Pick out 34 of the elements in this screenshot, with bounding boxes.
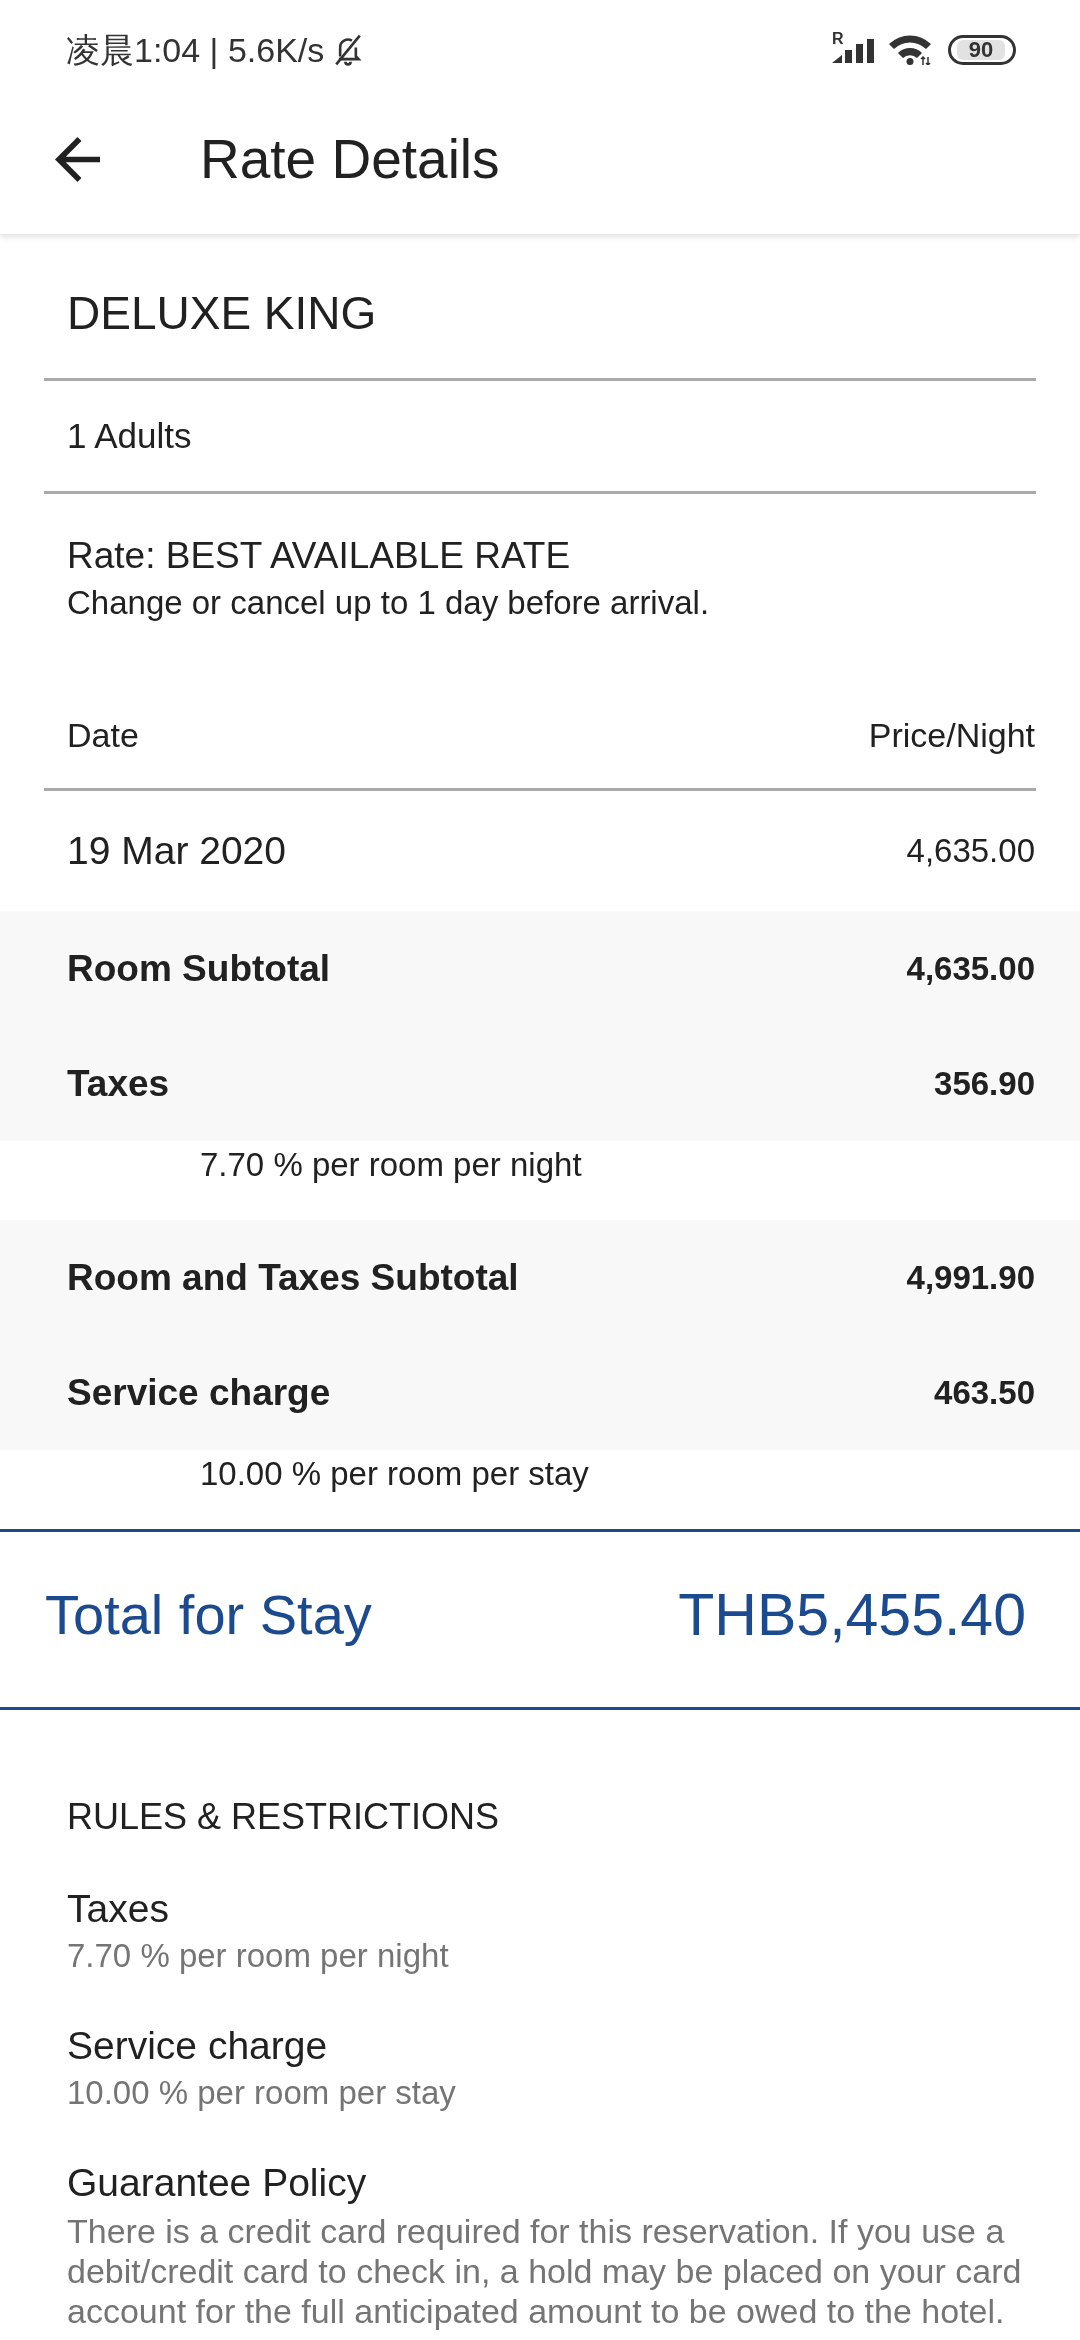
charge-note: 10.00 % per room per stay	[200, 1454, 590, 1494]
total-amount: THB5,455.40	[678, 1580, 1026, 1650]
charge-label: Room Subtotal	[67, 946, 331, 991]
charge-label: Room and Taxes Subtotal	[67, 1255, 519, 1300]
charge-note: 7.70 % per room per night	[200, 1145, 583, 1185]
price-cell-text: 4,635.00	[906, 831, 1035, 871]
date-column-header: Date	[67, 715, 139, 756]
total-label: Total for Stay	[45, 1581, 372, 1648]
price-column-header: Price/Night	[868, 715, 1035, 756]
rule-title: Taxes	[67, 1886, 170, 1932]
charge-amount: 4,991.90	[906, 1257, 1035, 1298]
charge-label: Service charge	[67, 1370, 331, 1415]
rule-text: 10.00 % per room per stay	[67, 2073, 457, 2113]
battery-percent: 90	[957, 40, 1005, 60]
cancellation-policy: Change or cancel up to 1 day before arrival.	[67, 583, 711, 623]
room-name: DELUXE KING	[67, 286, 378, 341]
policy-text: There is a credit card required for this reservation. If you use a debit/credit card to check in, a hold may be placed on your card account for the full anticipated amount to be owed to the hotel.	[67, 2211, 1023, 2331]
guest-count: 1 Adults	[67, 415, 192, 457]
rule-title: Guarantee Policy	[67, 2160, 368, 2206]
charge-amount: 4,635.00	[906, 948, 1035, 989]
back-arrow-icon	[55, 136, 100, 182]
section-title: RULES & RESTRICTIONS	[67, 1795, 501, 1839]
page-title: Rate Details	[200, 127, 500, 191]
rule-text: 7.70 % per room per night	[67, 1936, 450, 1976]
back-button[interactable]	[55, 136, 100, 182]
rule-title: Service charge	[67, 2023, 329, 2069]
rate-name: Rate: BEST AVAILABLE RATE	[67, 534, 572, 578]
date-cell-text: 19 Mar 2020	[67, 828, 286, 874]
charge-label: Taxes	[67, 1061, 170, 1106]
charge-amount: 356.90	[934, 1063, 1035, 1104]
charge-amount: 463.50	[934, 1372, 1035, 1413]
wifi-icon	[888, 35, 932, 65]
status-text: 凌晨1:04 | 5.6K/s	[66, 30, 325, 70]
roaming-indicator: R	[832, 32, 844, 46]
